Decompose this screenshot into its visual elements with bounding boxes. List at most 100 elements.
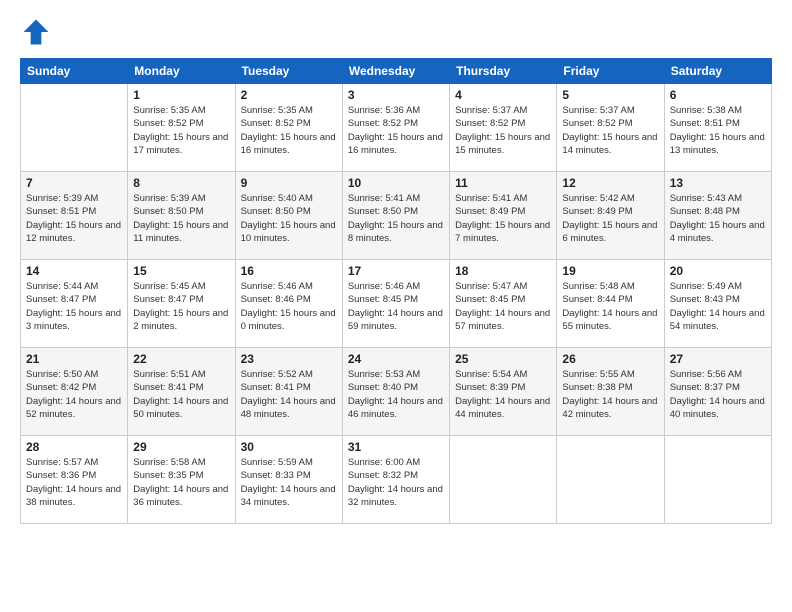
day-number: 24 — [348, 352, 444, 366]
day-number: 28 — [26, 440, 122, 454]
sunrise-text: Sunrise: 5:39 AM — [26, 192, 122, 205]
daylight-line1: Daylight: 15 hours and — [26, 219, 122, 232]
weekday-header-row: SundayMondayTuesdayWednesdayThursdayFrid… — [21, 59, 772, 84]
calendar-cell — [450, 436, 557, 524]
daylight-line1: Daylight: 15 hours and — [455, 131, 551, 144]
header — [20, 16, 772, 48]
sunset-text: Sunset: 8:43 PM — [670, 293, 766, 306]
daylight-line1: Daylight: 14 hours and — [241, 395, 337, 408]
day-number: 22 — [133, 352, 229, 366]
day-number: 30 — [241, 440, 337, 454]
day-number: 18 — [455, 264, 551, 278]
daylight-line1: Daylight: 15 hours and — [241, 307, 337, 320]
day-info: Sunrise: 5:46 AMSunset: 8:45 PMDaylight:… — [348, 280, 444, 333]
day-info: Sunrise: 5:52 AMSunset: 8:41 PMDaylight:… — [241, 368, 337, 421]
sunset-text: Sunset: 8:42 PM — [26, 381, 122, 394]
sunrise-text: Sunrise: 5:57 AM — [26, 456, 122, 469]
day-number: 29 — [133, 440, 229, 454]
day-info: Sunrise: 5:59 AMSunset: 8:33 PMDaylight:… — [241, 456, 337, 509]
day-number: 3 — [348, 88, 444, 102]
calendar-table: SundayMondayTuesdayWednesdayThursdayFrid… — [20, 58, 772, 524]
daylight-line2: 44 minutes. — [455, 408, 551, 421]
daylight-line2: 17 minutes. — [133, 144, 229, 157]
sunset-text: Sunset: 8:52 PM — [562, 117, 658, 130]
sunrise-text: Sunrise: 5:37 AM — [455, 104, 551, 117]
calendar-cell: 16Sunrise: 5:46 AMSunset: 8:46 PMDayligh… — [235, 260, 342, 348]
day-info: Sunrise: 5:45 AMSunset: 8:47 PMDaylight:… — [133, 280, 229, 333]
day-number: 9 — [241, 176, 337, 190]
daylight-line2: 4 minutes. — [670, 232, 766, 245]
sunset-text: Sunset: 8:35 PM — [133, 469, 229, 482]
daylight-line1: Daylight: 15 hours and — [26, 307, 122, 320]
day-number: 8 — [133, 176, 229, 190]
day-info: Sunrise: 5:47 AMSunset: 8:45 PMDaylight:… — [455, 280, 551, 333]
calendar-cell: 25 Sunrise: 5:54 AMSunset: 8:39 PMDayligh… — [450, 348, 557, 436]
sunrise-text: Sunrise: 5:46 AM — [241, 280, 337, 293]
calendar-week-5: 28Sunrise: 5:57 AMSunset: 8:36 PMDayligh… — [21, 436, 772, 524]
daylight-line2: 50 minutes. — [133, 408, 229, 421]
day-number: 26 — [562, 352, 658, 366]
sunset-text: Sunset: 8:33 PM — [241, 469, 337, 482]
daylight-line1: Daylight: 14 hours and — [26, 483, 122, 496]
daylight-line2: 36 minutes. — [133, 496, 229, 509]
calendar-cell — [557, 436, 664, 524]
day-number: 4 — [455, 88, 551, 102]
daylight-line1: Daylight: 15 hours and — [455, 219, 551, 232]
sunrise-text: Sunrise: 5:53 AM — [348, 368, 444, 381]
calendar-cell: 17 Sunrise: 5:46 AMSunset: 8:45 PMDayligh… — [342, 260, 449, 348]
sunset-text: Sunset: 8:47 PM — [133, 293, 229, 306]
daylight-line2: 55 minutes. — [562, 320, 658, 333]
daylight-line1: Daylight: 15 hours and — [133, 307, 229, 320]
sunrise-text: Sunrise: 5:50 AM — [26, 368, 122, 381]
sunset-text: Sunset: 8:52 PM — [241, 117, 337, 130]
sunrise-text: Sunrise: 5:52 AM — [241, 368, 337, 381]
daylight-line1: Daylight: 15 hours and — [241, 219, 337, 232]
weekday-saturday: Saturday — [664, 59, 771, 84]
calendar-cell: 20Sunrise: 5:49 AMSunset: 8:43 PMDayligh… — [664, 260, 771, 348]
day-info: Sunrise: 5:37 AMSunset: 8:52 PMDaylight:… — [562, 104, 658, 157]
day-number: 13 — [670, 176, 766, 190]
sunrise-text: Sunrise: 5:58 AM — [133, 456, 229, 469]
sunset-text: Sunset: 8:48 PM — [670, 205, 766, 218]
calendar-cell: 27Sunrise: 5:56 AMSunset: 8:37 PMDayligh… — [664, 348, 771, 436]
day-number: 25 — [455, 352, 551, 366]
day-info: Sunrise: 5:54 AMSunset: 8:39 PMDaylight:… — [455, 368, 551, 421]
day-info: Sunrise: 5:50 AMSunset: 8:42 PMDaylight:… — [26, 368, 122, 421]
day-number: 17 — [348, 264, 444, 278]
calendar-cell: 26Sunrise: 5:55 AMSunset: 8:38 PMDayligh… — [557, 348, 664, 436]
day-number: 19 — [562, 264, 658, 278]
daylight-line1: Daylight: 14 hours and — [348, 483, 444, 496]
daylight-line2: 2 minutes. — [133, 320, 229, 333]
calendar-cell: 6Sunrise: 5:38 AMSunset: 8:51 PMDaylight… — [664, 84, 771, 172]
daylight-line1: Daylight: 15 hours and — [241, 131, 337, 144]
day-number: 2 — [241, 88, 337, 102]
logo-icon — [20, 16, 52, 48]
daylight-line1: Daylight: 14 hours and — [670, 395, 766, 408]
sunrise-text: Sunrise: 5:41 AM — [455, 192, 551, 205]
daylight-line2: 38 minutes. — [26, 496, 122, 509]
daylight-line2: 16 minutes. — [241, 144, 337, 157]
daylight-line2: 59 minutes. — [348, 320, 444, 333]
day-number: 21 — [26, 352, 122, 366]
calendar-week-4: 21Sunrise: 5:50 AMSunset: 8:42 PMDayligh… — [21, 348, 772, 436]
sunset-text: Sunset: 8:46 PM — [241, 293, 337, 306]
daylight-line2: 40 minutes. — [670, 408, 766, 421]
daylight-line1: Daylight: 14 hours and — [241, 483, 337, 496]
calendar-cell: 23Sunrise: 5:52 AMSunset: 8:41 PMDayligh… — [235, 348, 342, 436]
sunrise-text: Sunrise: 5:46 AM — [348, 280, 444, 293]
daylight-line1: Daylight: 15 hours and — [133, 131, 229, 144]
calendar-cell: 28Sunrise: 5:57 AMSunset: 8:36 PMDayligh… — [21, 436, 128, 524]
day-number: 1 — [133, 88, 229, 102]
sunset-text: Sunset: 8:40 PM — [348, 381, 444, 394]
day-info: Sunrise: 5:39 AMSunset: 8:50 PMDaylight:… — [133, 192, 229, 245]
daylight-line1: Daylight: 14 hours and — [133, 483, 229, 496]
daylight-line1: Daylight: 15 hours and — [670, 219, 766, 232]
day-number: 27 — [670, 352, 766, 366]
sunset-text: Sunset: 8:52 PM — [348, 117, 444, 130]
day-number: 12 — [562, 176, 658, 190]
day-info: Sunrise: 5:44 AMSunset: 8:47 PMDaylight:… — [26, 280, 122, 333]
sunset-text: Sunset: 8:51 PM — [26, 205, 122, 218]
calendar-cell: 19Sunrise: 5:48 AMSunset: 8:44 PMDayligh… — [557, 260, 664, 348]
daylight-line2: 14 minutes. — [562, 144, 658, 157]
day-number: 10 — [348, 176, 444, 190]
